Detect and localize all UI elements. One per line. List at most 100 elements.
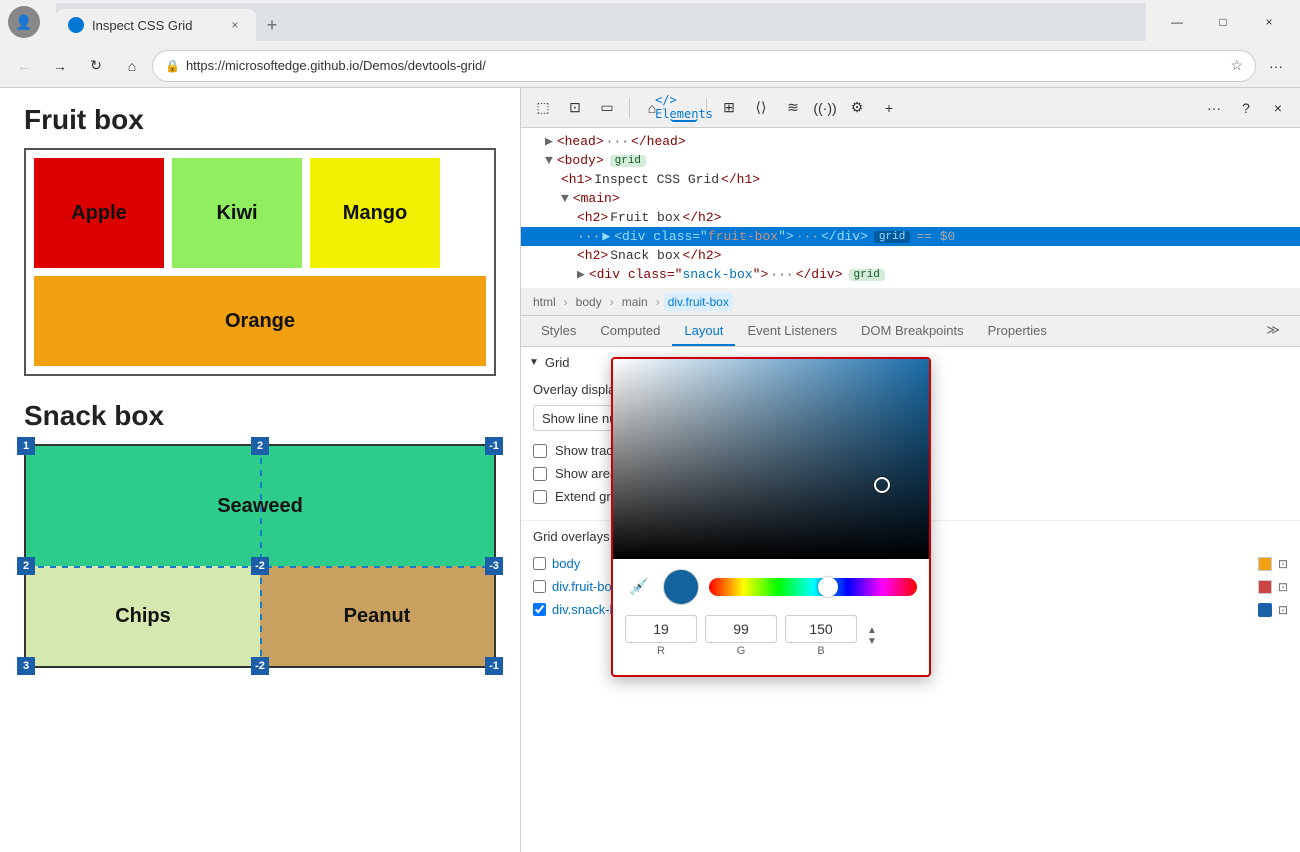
fruit-grid-badge: grid	[874, 231, 910, 243]
dom-h2-snack-line[interactable]: <h2> Snack box </h2>	[521, 246, 1300, 265]
dom-main-line[interactable]: ▼ <main>	[521, 189, 1300, 208]
dom-h2-fruit-line[interactable]: <h2> Fruit box </h2>	[521, 208, 1300, 227]
breadcrumb-div-fruit-box[interactable]: div.fruit-box	[664, 293, 733, 311]
color-picker-cursor	[874, 477, 890, 493]
console-icon[interactable]: ⊞	[715, 94, 743, 122]
tab-properties[interactable]: Properties	[976, 317, 1059, 346]
more-button[interactable]: ···	[1260, 50, 1292, 82]
fruit-box-color-swatch[interactable]	[1258, 580, 1272, 594]
grid-section-arrow: ▼	[529, 357, 539, 368]
tab-close-button[interactable]: ×	[226, 16, 244, 34]
body-overlay-icon[interactable]: ⊡	[1278, 557, 1288, 571]
grid-label-1-top: 1	[17, 437, 35, 455]
wifi-icon[interactable]: ((·))	[811, 94, 839, 122]
g-label: G	[737, 645, 746, 657]
grid-label-3-bot: 3	[17, 657, 35, 675]
minimize-button[interactable]: —	[1154, 6, 1200, 38]
grid-label-neg1-bot: -1	[485, 657, 503, 675]
home-button[interactable]: ⌂	[116, 50, 148, 82]
tab-dom-breakpoints[interactable]: DOM Breakpoints	[849, 317, 976, 346]
snack-box-title: Snack box	[24, 400, 496, 432]
show-track-sizes-checkbox[interactable]	[533, 444, 547, 458]
peanut-cell: Peanut	[260, 566, 494, 666]
tab-title: Inspect CSS Grid	[92, 18, 218, 33]
color-picker-popup: 💉 R G	[611, 357, 931, 677]
devtools-right-controls: ··· ? ×	[1200, 94, 1292, 122]
color-gradient-inner	[613, 359, 929, 559]
active-tab[interactable]: Inspect CSS Grid ×	[56, 9, 256, 41]
url-bar[interactable]: 🔒 https://microsoftedge.github.io/Demos/…	[152, 50, 1256, 82]
snack-box-overlay-icon[interactable]: ⊡	[1278, 603, 1288, 617]
dom-fruit-div-line[interactable]: ··· ▶ <div class="fruit-box"> ··· </div>…	[521, 227, 1300, 246]
fruit-box-title: Fruit box	[24, 104, 496, 136]
color-picker-controls: 💉 R G	[613, 559, 929, 675]
dom-snack-div-line[interactable]: ▶ <div class="snack-box"> ··· </div> gri…	[521, 265, 1300, 284]
fruit-row-1: Apple Kiwi Mango	[34, 158, 486, 268]
b-input[interactable]	[785, 615, 857, 643]
breadcrumb-main[interactable]: main	[618, 293, 652, 311]
tab-more[interactable]: ≫	[1254, 316, 1292, 346]
body-color-swatch[interactable]	[1258, 557, 1272, 571]
eyedropper-icon[interactable]: 💉	[625, 573, 653, 601]
devtools-help-icon[interactable]: ?	[1232, 94, 1260, 122]
add-tab-icon[interactable]: +	[875, 94, 903, 122]
window-controls: — □ ×	[1154, 6, 1292, 38]
performance-icon[interactable]: ⚙	[843, 94, 871, 122]
snack-box-overlay-checkbox[interactable]	[533, 603, 546, 616]
device-emulation-icon[interactable]: ⊡	[561, 94, 589, 122]
toolbar-separator-2	[706, 98, 707, 118]
star-icon[interactable]: ☆	[1230, 57, 1243, 74]
layout-panel: ▼ Grid Overlay display settings Show lin…	[521, 347, 1300, 852]
breadcrumb-html[interactable]: html	[529, 293, 560, 311]
inspect-element-icon[interactable]: ⬚	[529, 94, 557, 122]
fruit-grid: Apple Kiwi Mango Orange	[24, 148, 496, 376]
tab-computed[interactable]: Computed	[588, 317, 672, 346]
devtools-close-icon[interactable]: ×	[1264, 94, 1292, 122]
split-view-icon[interactable]: ▭	[593, 94, 621, 122]
r-input[interactable]	[625, 615, 697, 643]
grid-label-neg2-bot: -2	[251, 657, 269, 675]
dom-h1-line[interactable]: <h1> Inspect CSS Grid </h1>	[521, 170, 1300, 189]
devtools-more-icon[interactable]: ···	[1200, 94, 1228, 122]
fruit-box-overlay-checkbox[interactable]	[533, 580, 546, 593]
back-button[interactable]: ←	[8, 50, 40, 82]
tab-layout[interactable]: Layout	[672, 317, 735, 346]
color-picker-row2: R G B ▲ ▼	[625, 615, 917, 657]
fruit-box-overlay-icon[interactable]: ⊡	[1278, 580, 1288, 594]
profile-icon[interactable]: 👤	[8, 6, 40, 38]
maximize-button[interactable]: □	[1200, 6, 1246, 38]
extend-grid-lines-checkbox[interactable]	[533, 490, 547, 504]
grid-section-title: Grid	[545, 355, 570, 370]
navigation-bar: ← → ↻ ⌂ 🔒 https://microsoftedge.github.i…	[0, 44, 1300, 88]
tab-styles[interactable]: Styles	[529, 317, 588, 346]
color-picker-row1: 💉	[625, 569, 917, 605]
kiwi-cell: Kiwi	[172, 158, 302, 268]
close-button[interactable]: ×	[1246, 6, 1292, 38]
grid-label-neg2-mid: -2	[251, 557, 269, 575]
forward-button[interactable]: →	[44, 50, 76, 82]
dom-body-line[interactable]: ▼ <body> grid	[521, 151, 1300, 170]
show-area-names-checkbox[interactable]	[533, 467, 547, 481]
network-icon[interactable]: ≋	[779, 94, 807, 122]
body-overlay-checkbox[interactable]	[533, 557, 546, 570]
reload-button[interactable]: ↻	[80, 50, 112, 82]
b-input-group: B	[785, 615, 857, 657]
mango-cell: Mango	[310, 158, 440, 268]
breadcrumb-body[interactable]: body	[572, 293, 606, 311]
elements-tab-icon[interactable]: </> Elements	[670, 94, 698, 122]
dom-head-line[interactable]: ▶ <head> ··· </head>	[521, 132, 1300, 151]
grid-label-2-mid: 2	[17, 557, 35, 575]
grid-label-neg1-top: -1	[485, 437, 503, 455]
g-input[interactable]	[705, 615, 777, 643]
new-tab-button[interactable]: +	[256, 9, 288, 41]
webpage-content: Fruit box Apple Kiwi Mango Orange Snack …	[0, 88, 520, 852]
tab-event-listeners[interactable]: Event Listeners	[735, 317, 849, 346]
snack-grid-badge: grid	[849, 269, 885, 281]
breadcrumb: html › body › main › div.fruit-box	[521, 289, 1300, 316]
toolbar-separator-1	[629, 98, 630, 118]
browser-chrome: 👤 Inspect CSS Grid × + — □ × ← → ↻ ⌂ 🔒 h…	[0, 0, 1300, 88]
sources-icon[interactable]: ⟨⟩	[747, 94, 775, 122]
color-picker-gradient[interactable]	[613, 359, 929, 559]
color-mode-arrows[interactable]: ▲ ▼	[865, 615, 879, 657]
hue-slider[interactable]	[709, 578, 917, 596]
